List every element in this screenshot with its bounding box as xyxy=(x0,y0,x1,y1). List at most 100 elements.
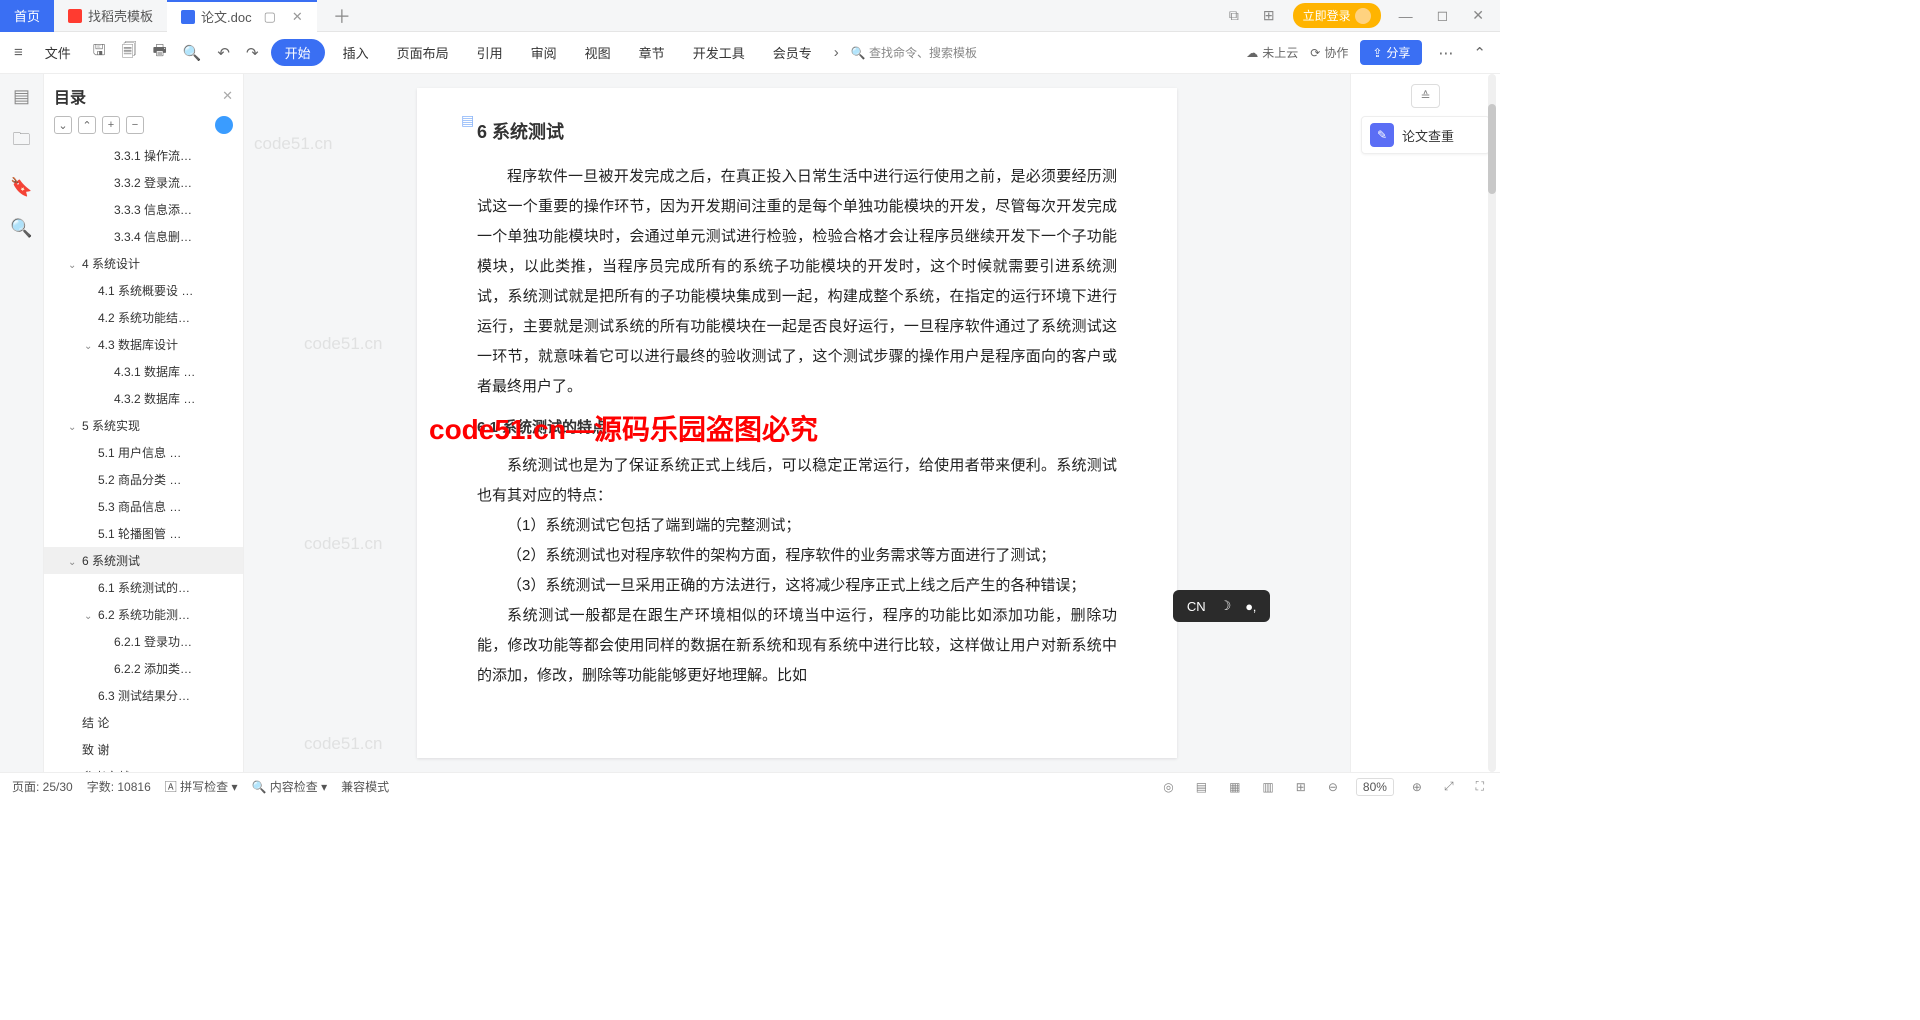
view-menu[interactable]: 视图 xyxy=(575,39,621,66)
watermark: code51.cn xyxy=(304,334,382,354)
layout-icon[interactable]: ⧉ xyxy=(1223,7,1245,24)
outline-item[interactable]: ⌄4.3 数据库设计 xyxy=(44,331,243,358)
word-count[interactable]: 字数: 10816 xyxy=(87,778,151,795)
coop-button[interactable]: ⟳ 协作 xyxy=(1310,44,1348,61)
outline-item[interactable]: 6.2.2 添加类… xyxy=(44,655,243,682)
view-mode-4-icon[interactable]: ▥ xyxy=(1258,780,1277,794)
layout-menu[interactable]: 页面布局 xyxy=(387,39,459,66)
outline-item[interactable]: 3.3.3 信息添… xyxy=(44,196,243,223)
spell-check[interactable]: 🄰 拼写检查 ▾ xyxy=(165,778,238,795)
collapse-panel-icon[interactable]: ≙ xyxy=(1411,84,1439,108)
outline-item[interactable]: ⌄6 系统测试 xyxy=(44,547,243,574)
outline-item[interactable]: 5.3 商品信息 … xyxy=(44,493,243,520)
chevron-up-icon[interactable]: ⌃ xyxy=(1469,44,1490,62)
paragraph: 程序软件一旦被开发完成之后，在真正投入日常生活中进行运行使用之前，是必须要经历测… xyxy=(477,162,1117,402)
zoom-in-button[interactable]: ⊕ xyxy=(1408,780,1426,794)
outline-item[interactable]: 3.3.2 登录流… xyxy=(44,169,243,196)
outline-item[interactable]: 5.1 用户信息 … xyxy=(44,439,243,466)
print-icon[interactable]: 🖶 xyxy=(149,40,171,65)
collapse-all-icon[interactable]: ⌄ xyxy=(54,116,72,134)
outline-item[interactable]: 6.2.1 登录功… xyxy=(44,628,243,655)
ime-mode: CN xyxy=(1187,599,1206,614)
hamburger-icon[interactable]: ≡ xyxy=(10,44,27,61)
review-menu[interactable]: 审阅 xyxy=(521,39,567,66)
preview-icon[interactable]: 🔍 xyxy=(179,44,206,62)
add-icon[interactable]: + xyxy=(102,116,120,134)
redo-icon[interactable]: ↷ xyxy=(242,44,263,62)
ref-menu[interactable]: 引用 xyxy=(467,39,513,66)
outline-item[interactable]: 5.1 轮播图管 … xyxy=(44,520,243,547)
remove-icon[interactable]: − xyxy=(126,116,144,134)
outline-icon[interactable]: ▤ xyxy=(13,86,30,107)
scrollbar[interactable] xyxy=(1486,74,1498,772)
outline-item[interactable]: 6.3 测试结果分… xyxy=(44,682,243,709)
cloud-label: 未上云 xyxy=(1262,44,1298,61)
outline-item[interactable]: ⌄5 系统实现 xyxy=(44,412,243,439)
outline-item[interactable]: 5.2 商品分类 … xyxy=(44,466,243,493)
scroll-thumb[interactable] xyxy=(1488,104,1496,194)
share-button[interactable]: ⇪ 分享 xyxy=(1360,40,1422,65)
tab-close-icon[interactable]: ✕ xyxy=(292,9,303,25)
sync-icon[interactable] xyxy=(215,116,233,134)
view-mode-3-icon[interactable]: ▦ xyxy=(1225,780,1244,794)
plagiarism-card[interactable]: ✎ 论文查重 xyxy=(1361,116,1490,154)
minimize-button[interactable]: — xyxy=(1393,8,1419,24)
close-window-button[interactable]: ✕ xyxy=(1466,7,1490,24)
fit-icon[interactable]: ⤢ xyxy=(1440,779,1458,794)
view-mode-5-icon[interactable]: ⊞ xyxy=(1292,780,1310,794)
command-search[interactable]: 🔍 查找命令、搜索模板 xyxy=(851,44,977,61)
chapter-menu[interactable]: 章节 xyxy=(629,39,675,66)
outline-item[interactable]: 3.3.4 信息删… xyxy=(44,223,243,250)
outline-item[interactable]: 参考文献 xyxy=(44,763,243,772)
view-mode-1-icon[interactable]: ◎ xyxy=(1159,780,1177,794)
outline-item[interactable]: ⌄6.2 系统功能测… xyxy=(44,601,243,628)
content-check[interactable]: 🔍 内容检查 ▾ xyxy=(251,778,327,795)
nav-icon[interactable]: 🗀 xyxy=(13,127,31,157)
bookmark-icon[interactable]: 🔖 xyxy=(10,177,32,198)
outline-title: 目录 xyxy=(54,84,86,108)
outline-tools: ⌄ ⌃ + − xyxy=(44,112,243,142)
outline-item[interactable]: 3.3.1 操作流… xyxy=(44,142,243,169)
doc-icon xyxy=(181,10,195,24)
tab-home[interactable]: 首页 xyxy=(0,0,54,32)
ime-indicator[interactable]: CN ☽ ●‚ xyxy=(1173,590,1270,622)
outline-item[interactable]: 4.3.2 数据库 … xyxy=(44,385,243,412)
fullscreen-icon[interactable]: ⛶ xyxy=(1472,779,1488,794)
view-mode-2-icon[interactable]: ▤ xyxy=(1192,780,1211,794)
chevron-right-icon[interactable]: › xyxy=(830,44,843,61)
outline-item[interactable]: 致 谢 xyxy=(44,736,243,763)
outline-item[interactable]: ⌄4 系统设计 xyxy=(44,250,243,277)
member-menu[interactable]: 会员专 xyxy=(763,39,822,66)
zoom-out-button[interactable]: ⊖ xyxy=(1324,780,1342,794)
login-button[interactable]: 立即登录 xyxy=(1293,3,1381,28)
outline-item[interactable]: 结 论 xyxy=(44,709,243,736)
saveas-icon[interactable]: 🗐 xyxy=(118,40,141,65)
tab-template-label: 找稻壳模板 xyxy=(88,6,153,25)
outline-item[interactable]: 4.3.1 数据库 … xyxy=(44,358,243,385)
list-item: （3）系统测试一旦采用正确的方法进行，这将减少程序正式上线之后产生的各种错误； xyxy=(477,571,1117,601)
outline-item[interactable]: 4.1 系统概要设 … xyxy=(44,277,243,304)
outline-item[interactable]: 4.2 系统功能结… xyxy=(44,304,243,331)
save-icon[interactable]: 🖫 xyxy=(89,40,110,65)
compat-mode[interactable]: 兼容模式 xyxy=(341,778,389,795)
tab-document[interactable]: 论文.doc ▢ ✕ xyxy=(167,0,317,32)
zoom-level[interactable]: 80% xyxy=(1356,778,1394,796)
page-status[interactable]: 页面: 25/30 xyxy=(12,778,73,795)
devtools-menu[interactable]: 开发工具 xyxy=(683,39,755,66)
outline-item[interactable]: 6.1 系统测试的… xyxy=(44,574,243,601)
undo-icon[interactable]: ↶ xyxy=(213,44,234,62)
file-menu[interactable]: 文件 xyxy=(35,39,81,66)
apps-icon[interactable]: ⊞ xyxy=(1257,7,1281,24)
search-icon[interactable]: 🔍 xyxy=(10,218,32,239)
more-icon[interactable]: ⋯ xyxy=(1434,44,1457,62)
start-menu[interactable]: 开始 xyxy=(271,39,325,66)
outline-close-icon[interactable]: ✕ xyxy=(222,88,233,104)
tab-screen-icon[interactable]: ▢ xyxy=(264,9,276,25)
cloud-button[interactable]: ☁ 未上云 xyxy=(1246,44,1298,61)
share-label: 分享 xyxy=(1386,44,1410,61)
maximize-button[interactable]: ◻ xyxy=(1431,7,1455,24)
expand-all-icon[interactable]: ⌃ xyxy=(78,116,96,134)
new-tab-button[interactable]: ＋ xyxy=(317,3,367,29)
tab-template[interactable]: 找稻壳模板 xyxy=(54,0,167,32)
insert-menu[interactable]: 插入 xyxy=(333,39,379,66)
